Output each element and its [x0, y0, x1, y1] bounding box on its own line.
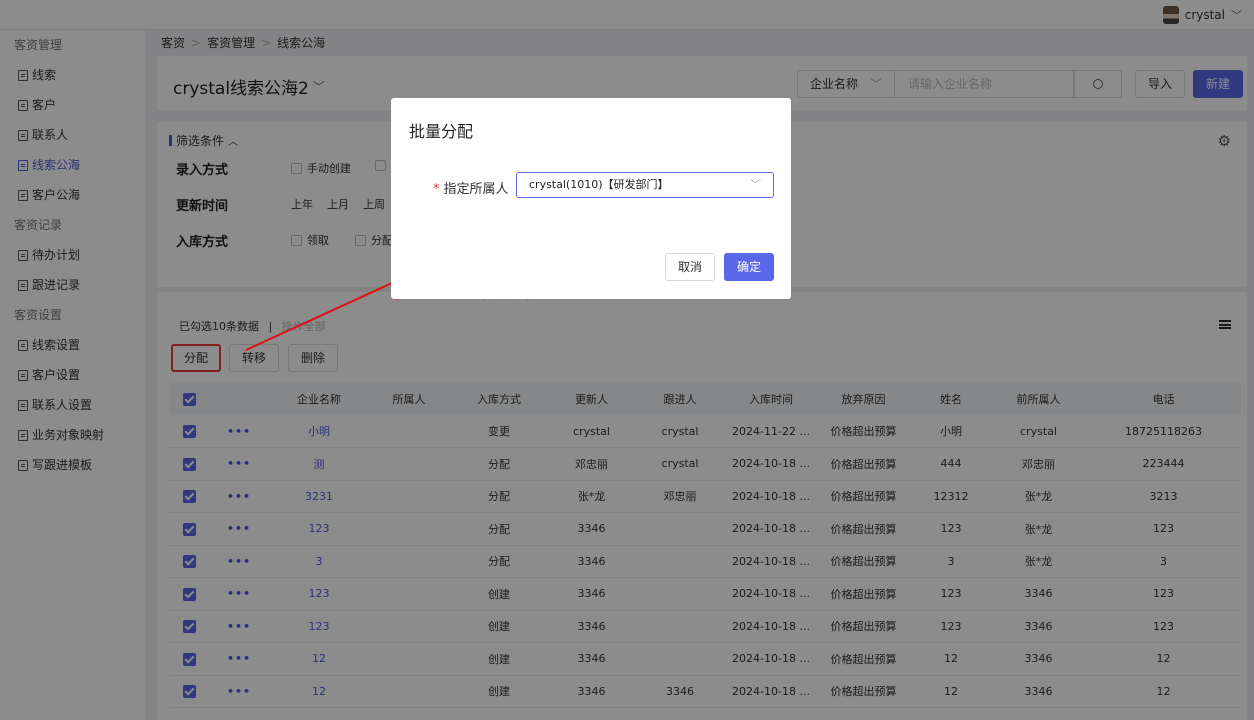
- cancel-button[interactable]: 取消: [665, 253, 715, 281]
- modal-title: 批量分配: [409, 122, 474, 141]
- confirm-button[interactable]: 确定: [724, 253, 774, 281]
- chevron-down-icon: ﹀: [750, 178, 761, 191]
- owner-select[interactable]: crystal(1010)【研发部门】 ﹀: [516, 172, 774, 198]
- batch-assign-modal: 批量分配 * 指定所属人 crystal(1010)【研发部门】 ﹀ 取消 确定: [391, 98, 791, 299]
- owner-field-label: * 指定所属人: [433, 178, 509, 197]
- required-mark: *: [433, 182, 440, 197]
- owner-field-text: 指定所属人: [443, 182, 509, 197]
- owner-select-value: crystal(1010)【研发部门】: [529, 178, 669, 191]
